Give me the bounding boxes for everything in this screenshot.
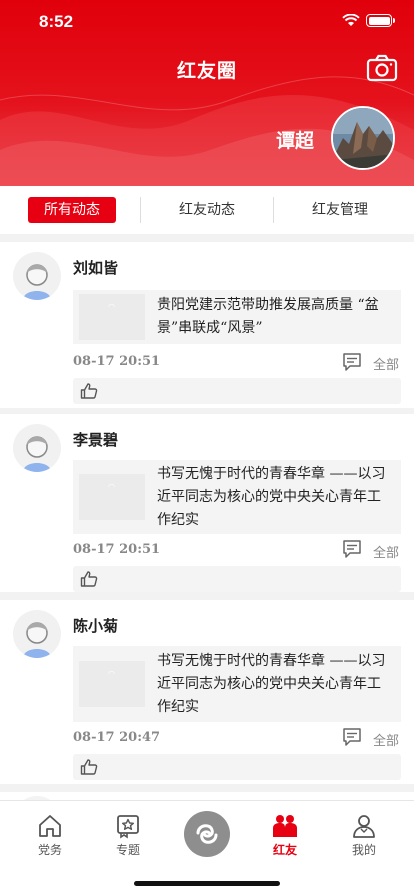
author-avatar[interactable] (13, 252, 61, 300)
tab-bar: 所有动态 红友动态 红友管理 (0, 186, 414, 234)
article-title: 书写无愧于时代的青春华章 ——以习近平同志为核心的党中央关心青年工作纪实 (157, 653, 386, 715)
shared-article-card[interactable]: ◠ 贵阳党建示范带助推发展高质量 “盆景”串联成“风景” (73, 290, 401, 344)
tab-divider (273, 197, 274, 223)
comment-icon[interactable] (342, 539, 362, 559)
center-logo-button[interactable] (184, 811, 230, 857)
comment-icon[interactable] (342, 727, 362, 747)
post-item: 陈小菊 ◠ 书写无愧于时代的青春华章 ——以习近平同志为核心的党中央关心青年工作… (0, 600, 414, 784)
article-title: 书写无愧于时代的青春华章 ——以习近平同志为核心的党中央关心青年工作纪实 (157, 466, 386, 528)
nav-label: 专题 (115, 843, 140, 857)
star-badge-icon (117, 815, 139, 839)
nav-label: 党务 (37, 843, 62, 857)
tab-friend-manage[interactable]: 红友管理 (296, 197, 384, 223)
nav-item-topics[interactable]: 专题 (98, 813, 158, 858)
comment-icon[interactable] (342, 352, 362, 372)
like-bar (73, 378, 401, 404)
author-name[interactable]: 李景碧 (73, 429, 118, 450)
username: 谭超 (275, 130, 314, 152)
home-indicator (134, 881, 280, 886)
post-time: 08-17 20:47 (73, 730, 161, 745)
default-avatar-icon (13, 610, 61, 658)
camera-icon[interactable] (366, 54, 398, 82)
author-name[interactable]: 陈小菊 (73, 615, 118, 636)
like-bar (73, 566, 401, 592)
header-banner: 8:52 红友圈 谭超 (0, 0, 414, 186)
nav-label: 我的 (351, 843, 376, 857)
thumbs-up-icon[interactable] (80, 758, 98, 776)
tab-divider (140, 197, 141, 223)
author-avatar[interactable] (13, 610, 61, 658)
tab-all-posts[interactable]: 所有动态 (28, 197, 116, 223)
post-time: 08-17 20:51 (73, 354, 161, 369)
view-all-link[interactable]: 全部 (373, 730, 399, 749)
home-icon (39, 815, 61, 837)
nav-item-party-affairs[interactable]: 党务 (20, 813, 80, 858)
article-title: 贵阳党建示范带助推发展高质量 “盆景”串联成“风景” (157, 297, 379, 336)
author-name[interactable]: 刘如皆 (73, 257, 118, 278)
battery-icon (366, 14, 395, 27)
author-avatar[interactable] (13, 424, 61, 472)
article-thumbnail: ◠ (79, 661, 145, 707)
wifi-icon (342, 14, 360, 26)
shared-article-card[interactable]: ◠ 书写无愧于时代的青春华章 ——以习近平同志为核心的党中央关心青年工作纪实 (73, 460, 401, 534)
article-thumbnail: ◠ (79, 474, 145, 520)
default-avatar-icon (13, 252, 61, 300)
post-item: 刘如皆 ◠ 贵阳党建示范带助推发展高质量 “盆景”串联成“风景” 08-17 2… (0, 242, 414, 408)
shared-article-card[interactable]: ◠ 书写无愧于时代的青春华章 ——以习近平同志为核心的党中央关心青年工作纪实 (73, 646, 401, 722)
post-time: 08-17 20:51 (73, 542, 161, 557)
user-avatar[interactable] (331, 106, 395, 170)
thumbs-up-icon[interactable] (80, 382, 98, 400)
nav-label: 红友 (272, 843, 297, 857)
article-thumbnail: ◠ (79, 294, 145, 340)
center-logo-icon (196, 824, 218, 844)
tab-friend-posts[interactable]: 红友动态 (163, 197, 251, 223)
like-bar (73, 754, 401, 780)
view-all-link[interactable]: 全部 (373, 354, 399, 373)
view-all-link[interactable]: 全部 (373, 542, 399, 561)
nav-item-mine[interactable]: 我的 (334, 813, 394, 858)
status-time: 8:52 (39, 12, 74, 31)
page-title: 红友圈 (176, 60, 237, 82)
status-bar: 8:52 (0, 0, 414, 44)
nav-item-red-friends[interactable]: 红友 (255, 813, 315, 858)
person-icon (353, 815, 375, 838)
thumbs-up-icon[interactable] (80, 570, 98, 588)
group-icon (273, 815, 297, 837)
default-avatar-icon (13, 424, 61, 472)
post-item: 李景碧 ◠ 书写无愧于时代的青春华章 ——以习近平同志为核心的党中央关心青年工作… (0, 414, 414, 592)
